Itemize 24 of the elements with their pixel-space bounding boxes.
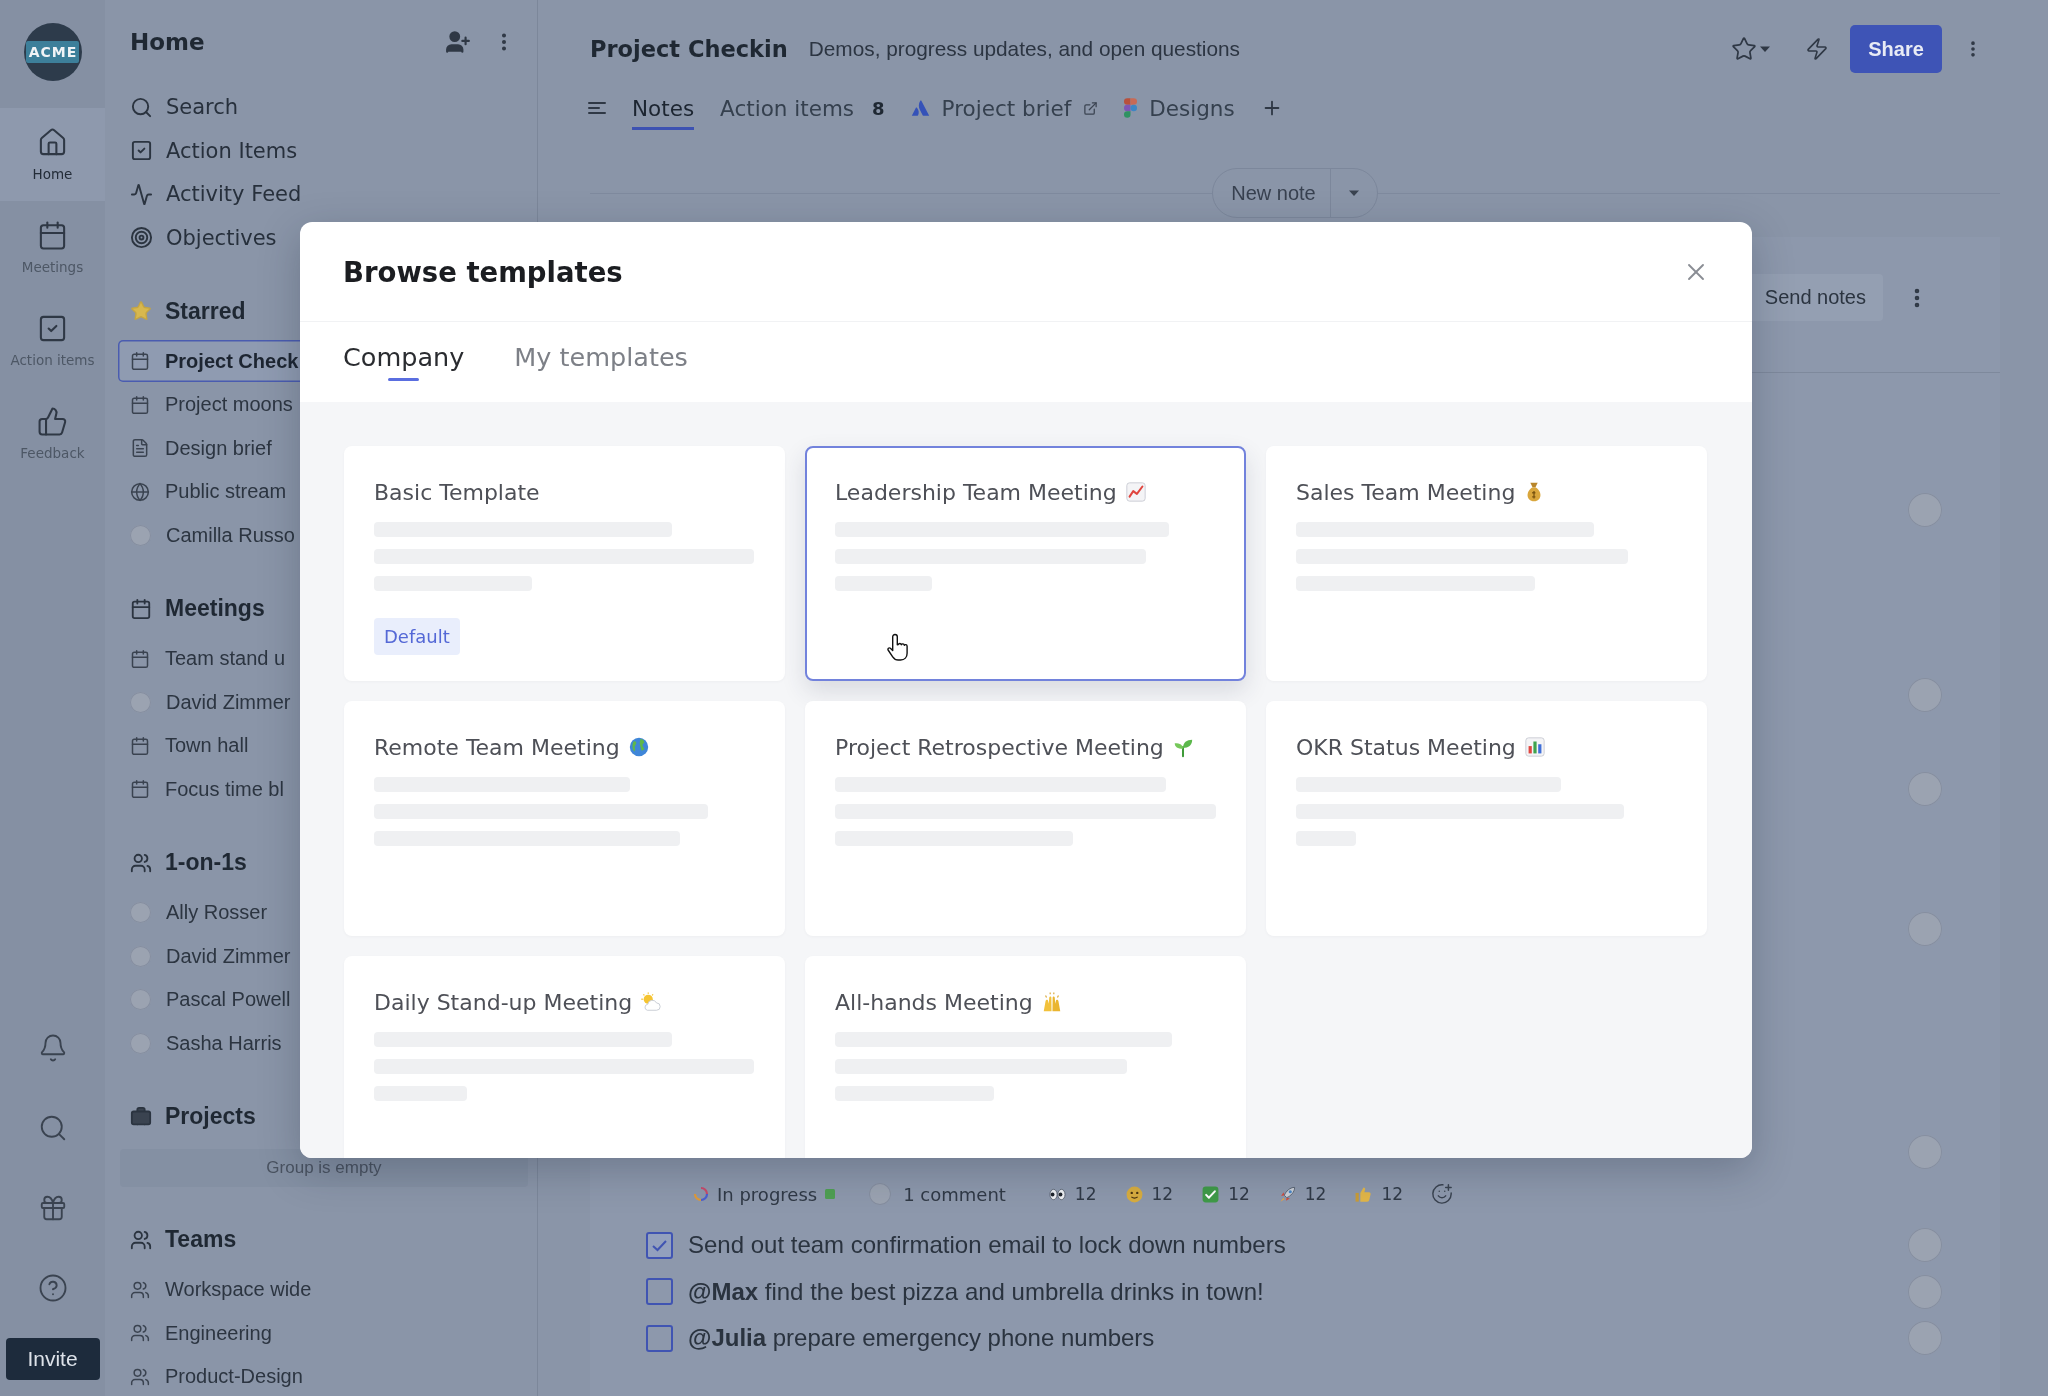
task-text: @Julia prepare emergency phone numbers <box>688 1324 1156 1353</box>
section-title: Meetings <box>165 595 265 622</box>
default-badge: Default <box>374 618 460 655</box>
template-title: Daily Stand-up Meeting <box>374 989 633 1015</box>
section-title: 1-on-1s <box>165 849 247 876</box>
template-title: Remote Team Meeting <box>374 734 620 760</box>
section-title: Projects <box>165 1103 256 1130</box>
sidebar-title: Home <box>130 29 205 55</box>
task-text: @Max find the best pizza and umbrella drinks in town! <box>688 1277 1265 1306</box>
page-subtitle: Demos, progress updates, and open questions <box>808 37 1240 61</box>
section-title: Starred <box>165 297 246 325</box>
template-title: Sales Team Meeting <box>1296 479 1516 505</box>
item-count: 8 <box>872 97 885 119</box>
template-title: OKR Status Meeting <box>1296 734 1516 760</box>
status-label: In progress <box>717 1183 818 1205</box>
logo-text: ACME <box>25 41 80 63</box>
section-title: Teams <box>165 1226 237 1253</box>
template-title: All-hands Meeting <box>835 989 1033 1015</box>
template-title: Basic Template <box>374 479 540 505</box>
task-text: Send out team confirmation email to lock down numbers <box>688 1231 1287 1260</box>
template-title: Leadership Team Meeting <box>835 479 1117 505</box>
dialog-title: Browse templates <box>343 255 623 288</box>
page-title: Project Checkin <box>590 36 788 62</box>
template-title: Project Retrospective Meeting <box>835 734 1164 760</box>
